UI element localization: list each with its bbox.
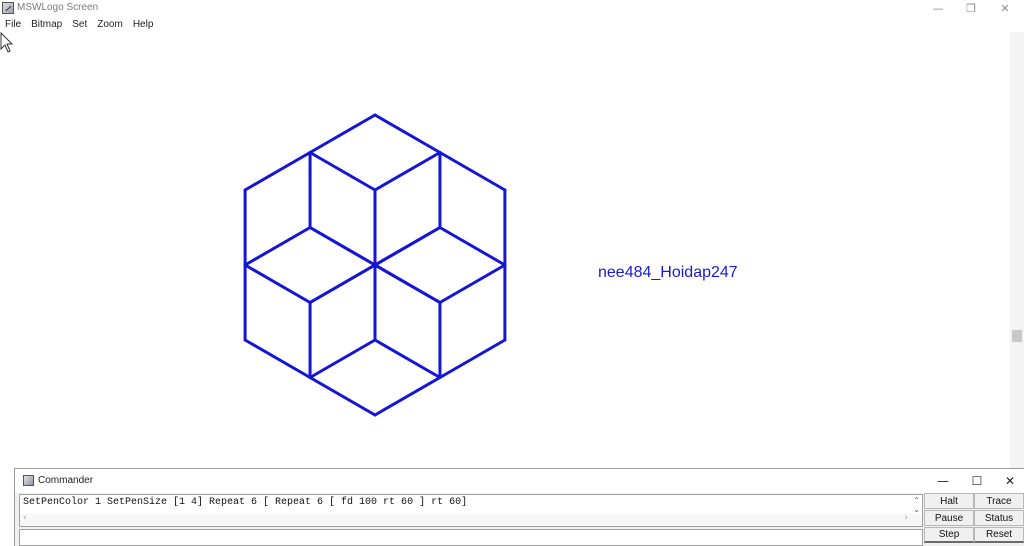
- pen-stroke-28: [308, 151, 377, 192]
- history-text[interactable]: SetPenColor 1 SetPenSize [1 4] Repeat 6 …: [23, 497, 467, 508]
- restore-button[interactable]: ❐: [954, 0, 988, 17]
- pen-stroke-19: [308, 338, 377, 379]
- status-button[interactable]: Status: [974, 510, 1024, 526]
- halt-button[interactable]: Halt: [924, 493, 974, 509]
- pen-stroke-27: [243, 151, 312, 192]
- step-button[interactable]: Step: [924, 527, 974, 543]
- commander-maximize-button[interactable]: ☐: [962, 471, 992, 491]
- drawing-canvas[interactable]: nee484_Hoidap247: [0, 32, 1010, 468]
- menu-bitmap[interactable]: Bitmap: [31, 19, 62, 30]
- menu-zoom[interactable]: Zoom: [97, 19, 123, 30]
- scroll-left-icon[interactable]: ‹: [23, 513, 27, 523]
- command-history[interactable]: SetPenColor 1 SetPenSize [1 4] Repeat 6 …: [19, 494, 923, 527]
- pen-stroke-25: [243, 263, 312, 304]
- window-title: MSWLogo Screen: [17, 2, 99, 13]
- commander-window: Commander — ☐ ✕ SetPenColor 1 SetPenSize…: [14, 468, 1024, 546]
- pen-stroke-1: [373, 151, 442, 192]
- pen-stroke-24: [308, 263, 377, 304]
- pen-stroke-20: [243, 338, 312, 379]
- pen-stroke-30: [308, 226, 377, 267]
- scroll-right-icon[interactable]: ›: [904, 513, 908, 523]
- menu-bar: File Bitmap Set Zoom Help: [0, 17, 1024, 32]
- horizontal-scrollbar[interactable]: ‹ ›: [20, 513, 922, 526]
- reset-button[interactable]: Reset: [974, 527, 1024, 543]
- pen-stroke-12: [373, 263, 442, 304]
- commander-minimize-button[interactable]: —: [928, 471, 958, 491]
- menu-help[interactable]: Help: [133, 19, 154, 30]
- pen-stroke-32: [308, 113, 377, 154]
- pen-stroke-4: [438, 263, 507, 304]
- commander-title: Commander: [38, 475, 94, 486]
- commander-app-icon: [23, 475, 34, 486]
- logo-app-icon[interactable]: [2, 2, 14, 14]
- mswlogo-app: MSWLogo Screen — ❐ ✕ File Bitmap Set Zoo…: [0, 0, 1024, 546]
- command-input[interactable]: [19, 529, 923, 546]
- pen-stroke-33: [373, 113, 442, 154]
- commander-close-button[interactable]: ✕: [995, 471, 1024, 491]
- pen-stroke-7: [438, 226, 507, 267]
- pen-stroke-10: [373, 338, 442, 379]
- menu-set[interactable]: Set: [72, 19, 87, 30]
- title-bar[interactable]: MSWLogo Screen — ❐ ✕: [0, 0, 1024, 17]
- pen-stroke-14: [373, 376, 442, 417]
- menu-file[interactable]: File: [5, 19, 21, 30]
- scroll-up-icon[interactable]: ⌃: [913, 496, 920, 505]
- turtle-label: nee484_Hoidap247: [598, 264, 738, 281]
- commander-title-bar[interactable]: Commander — ☐ ✕: [15, 469, 1024, 493]
- pause-button[interactable]: Pause: [924, 510, 974, 526]
- pen-stroke-9: [438, 338, 507, 379]
- pen-stroke-22: [243, 226, 312, 267]
- scroll-thumb[interactable]: [1012, 330, 1022, 342]
- pen-stroke-15: [308, 376, 377, 417]
- pen-stroke-2: [438, 151, 507, 192]
- trace-button[interactable]: Trace: [974, 493, 1024, 509]
- minimize-button[interactable]: —: [921, 0, 955, 17]
- scroll-down-icon[interactable]: ⌄: [913, 505, 920, 514]
- close-button[interactable]: ✕: [988, 0, 1022, 17]
- vertical-scrollbar[interactable]: [1010, 32, 1024, 468]
- turtle-drawing: [243, 113, 507, 417]
- pen-stroke-35: [373, 226, 442, 267]
- mouse-pointer-icon: [0, 32, 14, 53]
